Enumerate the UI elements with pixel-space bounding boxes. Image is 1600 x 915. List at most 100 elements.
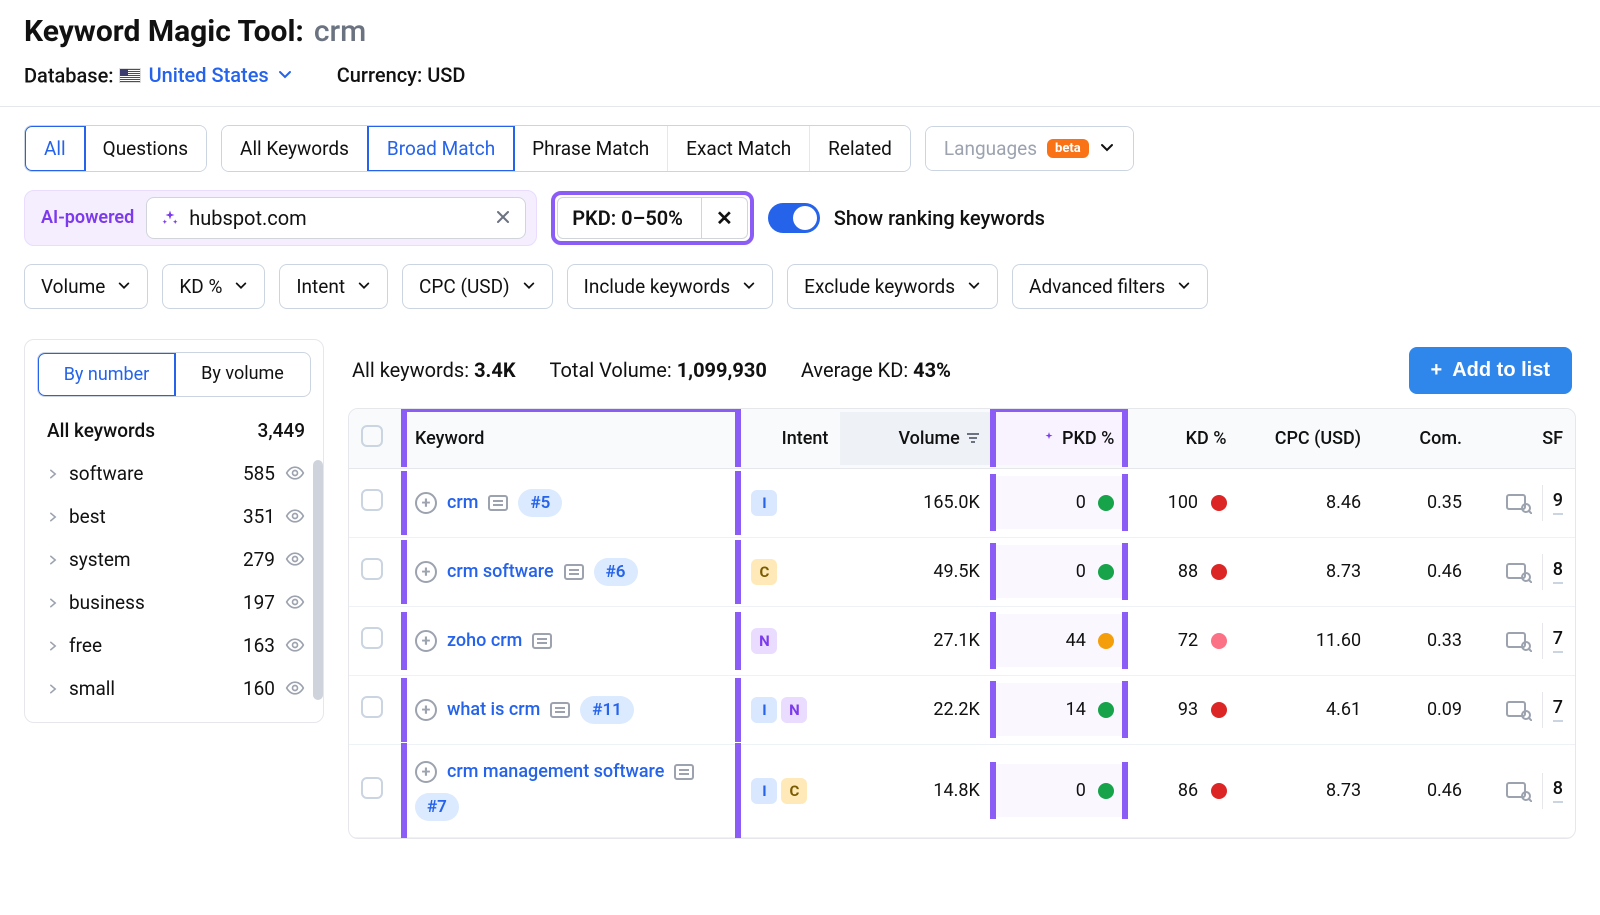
- row-checkbox[interactable]: [361, 696, 383, 718]
- ai-domain-input[interactable]: hubspot.com: [146, 197, 526, 239]
- summary-total-label: Total Volume:: [550, 358, 672, 382]
- keyword-link[interactable]: crm software: [447, 561, 554, 582]
- tab-phrase-match[interactable]: Phrase Match: [514, 126, 668, 171]
- filter-intent[interactable]: Intent: [279, 264, 388, 309]
- languages-label: Languages: [944, 137, 1037, 160]
- chevron-down-icon: [522, 279, 536, 293]
- sidebar-group-count: 585: [243, 462, 275, 485]
- serp-features-icon[interactable]: [1506, 780, 1532, 802]
- tab-exact-match[interactable]: Exact Match: [668, 126, 810, 171]
- serp-features-icon[interactable]: [1506, 699, 1532, 721]
- kd-value: 86: [1178, 780, 1198, 801]
- filter-include-keywords[interactable]: Include keywords: [567, 264, 774, 309]
- serp-icon[interactable]: [488, 495, 508, 511]
- close-icon[interactable]: ✕: [701, 198, 747, 238]
- filter-volume[interactable]: Volume: [24, 264, 148, 309]
- tab-broad-match[interactable]: Broad Match: [367, 125, 515, 172]
- sidebar-group[interactable]: business 197: [37, 581, 311, 624]
- col-intent[interactable]: Intent: [739, 412, 840, 465]
- keyword-link[interactable]: what is crm: [447, 699, 540, 720]
- eye-icon[interactable]: [285, 463, 305, 483]
- row-checkbox[interactable]: [361, 489, 383, 511]
- keyword-link[interactable]: crm management software: [447, 761, 664, 782]
- sidebar-group-count: 163: [243, 634, 275, 657]
- eye-icon[interactable]: [285, 592, 305, 612]
- serp-features-icon[interactable]: [1506, 630, 1532, 652]
- serp-icon[interactable]: [564, 564, 584, 580]
- filter-advanced[interactable]: Advanced filters: [1012, 264, 1208, 309]
- keyword-link[interactable]: crm: [447, 492, 478, 513]
- sidebar-tab-by-volume[interactable]: By volume: [175, 353, 310, 396]
- col-cpc[interactable]: CPC (USD): [1239, 412, 1374, 465]
- serp-icon[interactable]: [674, 764, 694, 780]
- col-volume[interactable]: Volume: [840, 412, 991, 465]
- cpc-value: 11.60: [1239, 614, 1374, 667]
- serp-icon[interactable]: [550, 702, 570, 718]
- show-ranking-toggle[interactable]: [768, 203, 820, 233]
- serp-features-icon[interactable]: [1506, 492, 1532, 514]
- expand-keyword-button[interactable]: +: [415, 699, 437, 721]
- tab-questions[interactable]: Questions: [85, 126, 206, 171]
- select-all-checkbox[interactable]: [361, 425, 383, 447]
- tab-all-keywords[interactable]: All Keywords: [222, 126, 368, 171]
- sidebar-group[interactable]: system 279: [37, 538, 311, 581]
- ai-powered-chip: AI-powered hubspot.com: [24, 190, 537, 246]
- sidebar-group[interactable]: free 163: [37, 624, 311, 667]
- clear-icon[interactable]: [495, 206, 511, 230]
- col-sf[interactable]: SF: [1474, 412, 1575, 465]
- tab-all[interactable]: All: [24, 125, 86, 172]
- col-com[interactable]: Com.: [1373, 412, 1474, 465]
- pkd-value: 0: [1076, 492, 1086, 513]
- languages-dropdown[interactable]: Languages beta: [925, 126, 1134, 171]
- currency-value: USD: [427, 63, 465, 87]
- add-to-list-label: Add to list: [1452, 359, 1550, 382]
- add-to-list-button[interactable]: + Add to list: [1409, 347, 1572, 394]
- eye-icon[interactable]: [285, 678, 305, 698]
- col-keyword[interactable]: Keyword: [403, 412, 739, 465]
- kd-value: 88: [1178, 561, 1198, 582]
- expand-keyword-button[interactable]: +: [415, 492, 437, 514]
- serp-icon[interactable]: [532, 633, 552, 649]
- position-badge: #6: [594, 558, 638, 586]
- divider: [1542, 485, 1543, 521]
- sf-value: 8: [1553, 778, 1563, 803]
- volume-value: 14.8K: [840, 764, 991, 817]
- position-badge: #11: [580, 696, 634, 724]
- sidebar-group[interactable]: best 351: [37, 495, 311, 538]
- chevron-down-icon: [277, 67, 293, 83]
- filter-cpc[interactable]: CPC (USD): [402, 264, 553, 309]
- chevron-right-icon: [47, 591, 59, 614]
- eye-icon[interactable]: [285, 635, 305, 655]
- sidebar-group[interactable]: small 160: [37, 667, 311, 710]
- sidebar-tab-by-number[interactable]: By number: [37, 352, 176, 397]
- eye-icon[interactable]: [285, 506, 305, 526]
- intent-badge: I: [751, 778, 777, 804]
- keyword-link[interactable]: zoho crm: [447, 630, 522, 651]
- sparkle-icon: [1042, 431, 1056, 445]
- row-checkbox[interactable]: [361, 558, 383, 580]
- sidebar-group[interactable]: software 585: [37, 452, 311, 495]
- database-selector[interactable]: Database: United States: [24, 63, 293, 88]
- row-checkbox[interactable]: [361, 777, 383, 799]
- eye-icon[interactable]: [285, 549, 305, 569]
- col-pkd[interactable]: PKD %: [992, 412, 1127, 465]
- pkd-filter-chip[interactable]: PKD: 0–50% ✕: [557, 197, 747, 239]
- ai-domain-value: hubspot.com: [189, 206, 306, 230]
- divider: [1542, 773, 1543, 809]
- chevron-down-icon: [967, 279, 981, 293]
- expand-keyword-button[interactable]: +: [415, 761, 437, 783]
- filter-exclude-keywords[interactable]: Exclude keywords: [787, 264, 998, 309]
- pkd-value: 0: [1076, 780, 1086, 801]
- expand-keyword-button[interactable]: +: [415, 630, 437, 652]
- filter-kd[interactable]: KD %: [162, 264, 265, 309]
- sidebar-scrollbar[interactable]: [313, 460, 323, 700]
- page-header: Keyword Magic Tool: crm Database: United…: [0, 0, 1600, 107]
- sort-desc-icon: [966, 431, 980, 445]
- col-kd[interactable]: KD %: [1126, 412, 1238, 465]
- serp-features-icon[interactable]: [1506, 561, 1532, 583]
- sidebar-all-keywords[interactable]: All keywords 3,449: [37, 409, 311, 452]
- position-badge: #5: [518, 489, 562, 517]
- tab-related[interactable]: Related: [810, 126, 910, 171]
- expand-keyword-button[interactable]: +: [415, 561, 437, 583]
- row-checkbox[interactable]: [361, 627, 383, 649]
